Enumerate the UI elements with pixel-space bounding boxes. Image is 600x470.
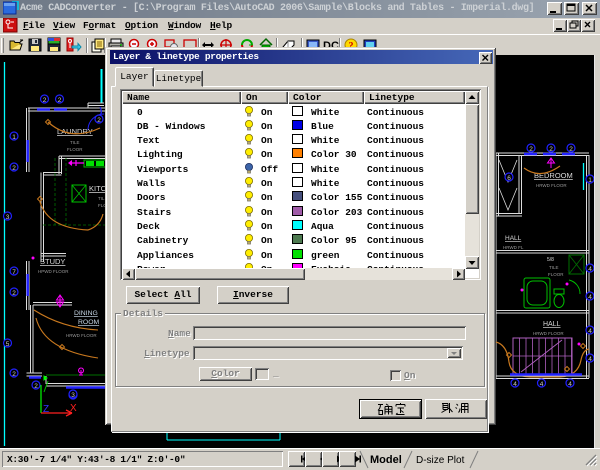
svg-text:DINING: DINING — [74, 310, 98, 317]
svg-text:4: 4 — [588, 356, 592, 363]
svg-text:2: 2 — [12, 290, 16, 297]
svg-text:HPWD FLOOR: HPWD FLOOR — [38, 269, 69, 274]
svg-text:2: 2 — [43, 97, 47, 104]
svg-text:BEDROOM: BEDROOM — [534, 171, 573, 180]
svg-text:TIL: TIL — [98, 196, 105, 201]
svg-text:5: 5 — [6, 341, 10, 348]
svg-text:D-size Plot: D-size Plot — [416, 455, 465, 466]
svg-text:1: 1 — [12, 134, 16, 141]
svg-text:2: 2 — [12, 165, 16, 172]
svg-text:2: 2 — [529, 146, 533, 153]
svg-text:3: 3 — [6, 214, 10, 221]
svg-text:HRWD FLOOR: HRWD FLOOR — [66, 333, 97, 338]
svg-text:HALL: HALL — [505, 235, 522, 242]
svg-text:HRWD FL: HRWD FL — [503, 245, 524, 250]
svg-text:2: 2 — [58, 97, 62, 104]
svg-text:4: 4 — [588, 266, 592, 273]
svg-text:TILE: TILE — [70, 140, 80, 145]
svg-text:HALL: HALL — [543, 321, 561, 328]
svg-text:STUDY: STUDY — [40, 257, 65, 266]
svg-text:Z: Z — [43, 404, 49, 415]
svg-text:HRWD FLOOR: HRWD FLOOR — [536, 183, 567, 188]
svg-text:TILE: TILE — [549, 265, 559, 270]
svg-text:FLOOR: FLOOR — [548, 272, 564, 277]
svg-text:HRWD FLOOR: HRWD FLOOR — [533, 331, 564, 336]
svg-text:6: 6 — [507, 175, 511, 182]
svg-text:7: 7 — [12, 269, 16, 276]
svg-text:4: 4 — [540, 381, 544, 388]
svg-text:4: 4 — [588, 328, 592, 335]
svg-text:1: 1 — [588, 177, 592, 184]
svg-text:Model: Model — [370, 454, 402, 466]
svg-text:FLOOR: FLOOR — [67, 147, 83, 152]
svg-text:4: 4 — [588, 294, 592, 301]
svg-text:4: 4 — [513, 381, 517, 388]
svg-text:ROOM: ROOM — [78, 319, 99, 326]
svg-text:5/8: 5/8 — [547, 257, 554, 263]
svg-text:X: X — [70, 403, 77, 414]
svg-text:2: 2 — [97, 117, 101, 124]
svg-text:4: 4 — [568, 381, 572, 388]
svg-text:3: 3 — [71, 392, 75, 399]
svg-text:2: 2 — [12, 371, 16, 378]
svg-text:2: 2 — [34, 383, 38, 390]
svg-text:2: 2 — [549, 146, 553, 153]
svg-text:2: 2 — [569, 146, 573, 153]
